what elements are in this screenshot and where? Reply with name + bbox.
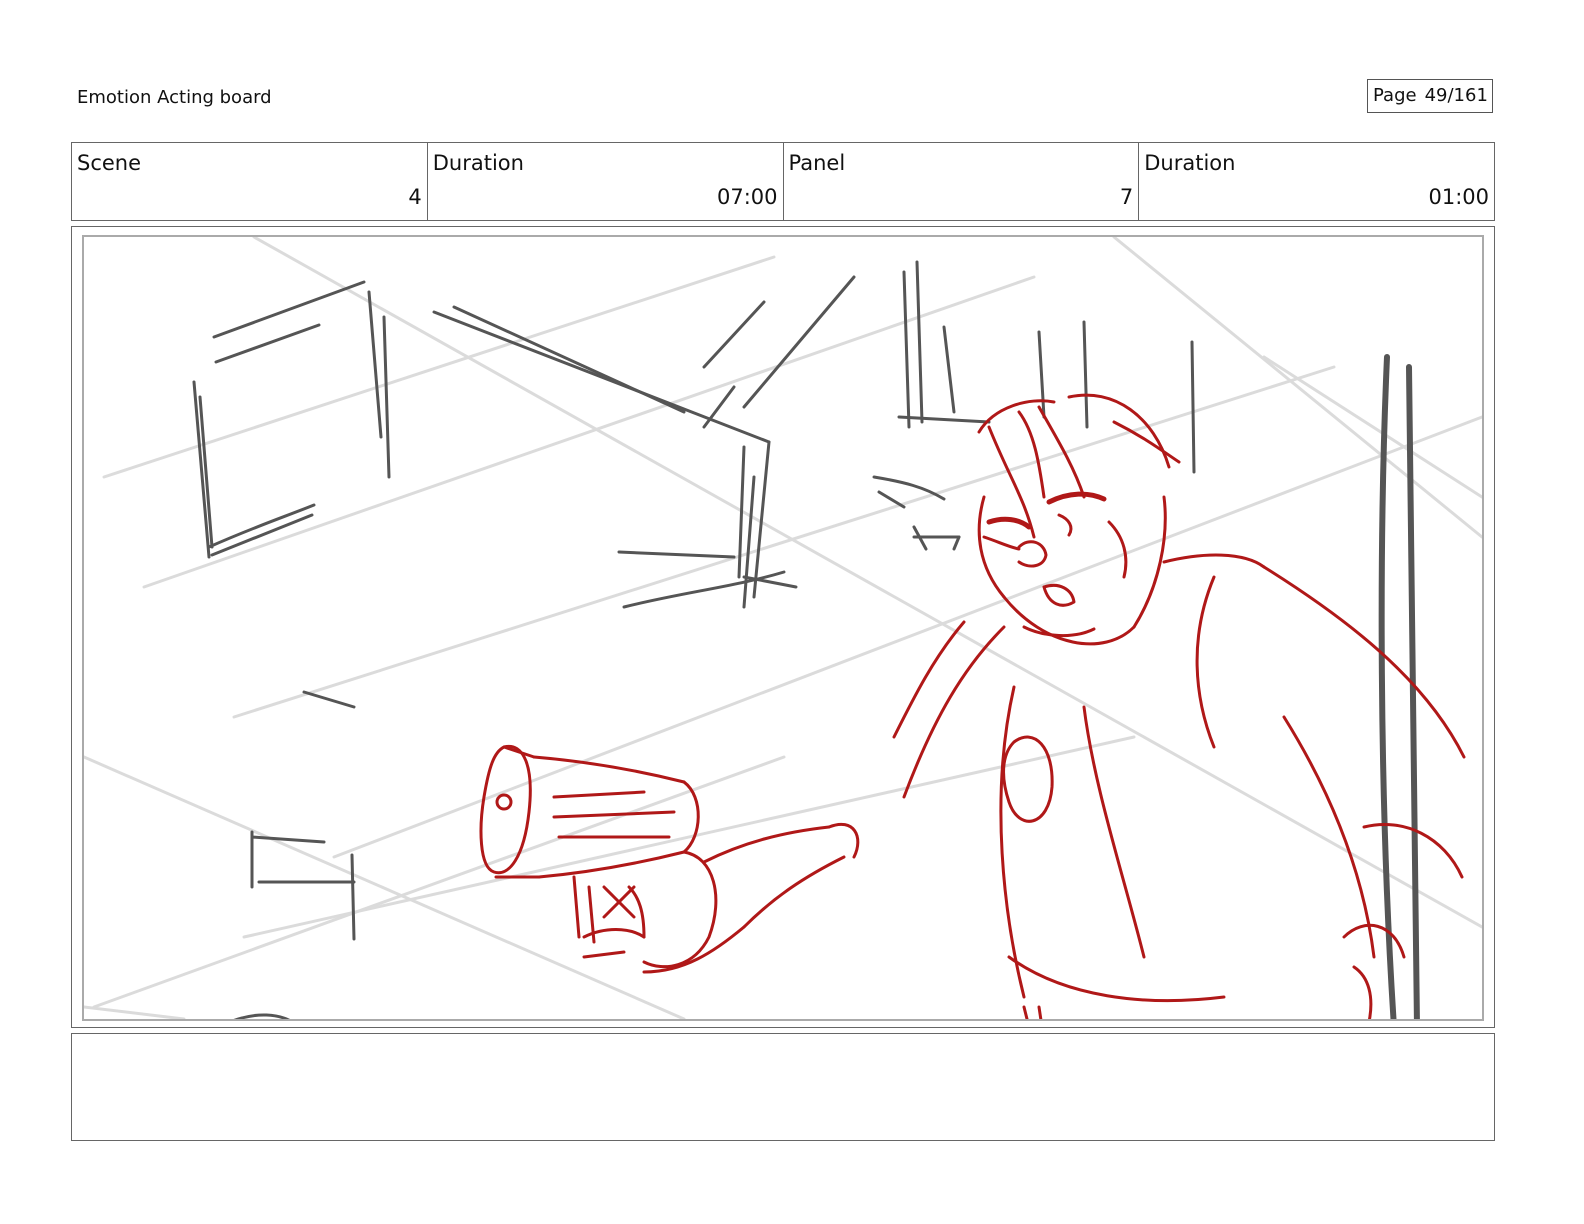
- panel-duration-value: 01:00: [1428, 185, 1489, 209]
- scene-duration-value: 07:00: [716, 185, 778, 209]
- notes-box: [71, 1033, 1495, 1141]
- background-sketch: [192, 260, 1196, 1019]
- page-label: Page: [1373, 85, 1417, 106]
- scene-duration-label: Duration: [432, 151, 524, 175]
- page-indicator: Page 49/161: [1367, 79, 1493, 113]
- panel-label: Panel: [788, 151, 846, 175]
- foreground-pole: [1378, 354, 1420, 1019]
- board-title: Emotion Acting board: [77, 87, 272, 108]
- storyboard-sketch: [84, 237, 1482, 1019]
- scene-label: Scene: [77, 151, 142, 175]
- panel-duration-label: Duration: [1144, 151, 1236, 175]
- info-table: Scene 4 Duration 07:00 Panel 7 Duration …: [71, 142, 1495, 221]
- storyboard-panel-image: [82, 235, 1484, 1021]
- character-sketch: [479, 393, 1466, 1019]
- panel-value: 7: [1119, 185, 1134, 209]
- panel-cell: Panel 7: [784, 143, 1140, 220]
- scene-value: 4: [408, 185, 422, 209]
- scene-duration-cell: Duration 07:00: [428, 143, 784, 220]
- storyboard-panel-frame: [71, 226, 1495, 1028]
- scene-cell: Scene 4: [72, 143, 428, 220]
- perspective-guides: [84, 237, 1482, 1019]
- panel-duration-cell: Duration 01:00: [1139, 143, 1494, 220]
- page-number: 49/161: [1424, 85, 1488, 106]
